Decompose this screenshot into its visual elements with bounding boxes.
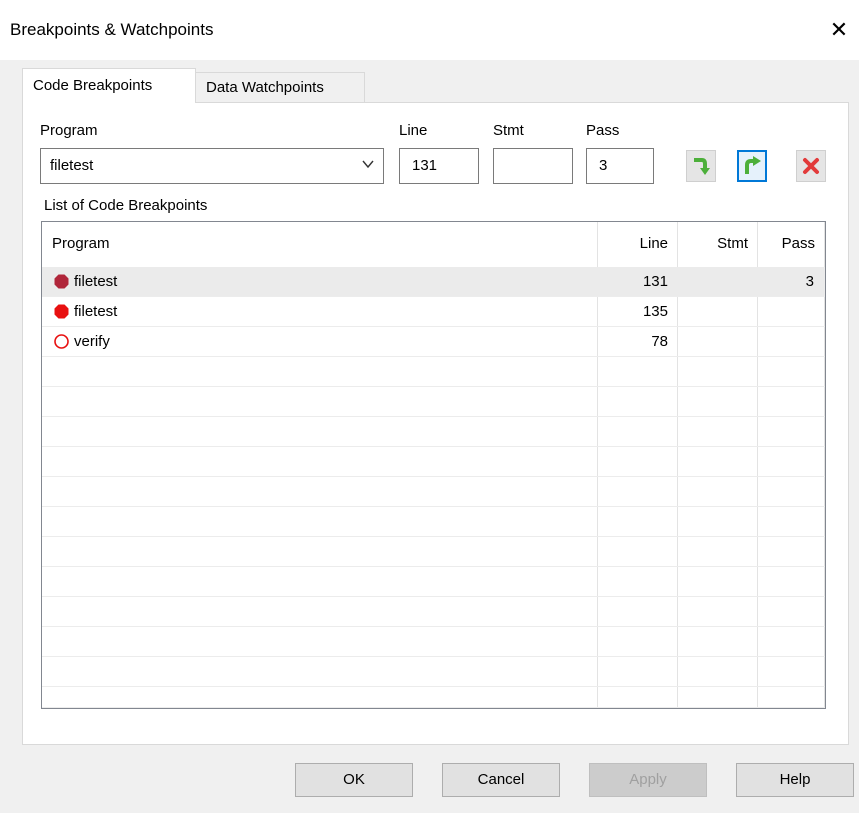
empty-row xyxy=(42,477,825,507)
pass-input[interactable]: 3 xyxy=(586,148,654,184)
column-header-pass[interactable]: Pass xyxy=(758,222,825,266)
table-row[interactable]: filetest 135 xyxy=(42,297,825,327)
empty-row xyxy=(42,387,825,417)
empty-row xyxy=(42,567,825,597)
stmt-input[interactable] xyxy=(493,148,573,184)
empty-row xyxy=(42,417,825,447)
line-label: Line xyxy=(399,122,428,139)
row-program: verify xyxy=(74,333,110,350)
title-bar: Breakpoints & Watchpoints ✕ xyxy=(0,0,859,60)
empty-row xyxy=(42,657,825,687)
breakpoint-active-octagon-icon xyxy=(54,304,69,319)
chevron-down-icon xyxy=(362,160,374,169)
empty-row xyxy=(42,447,825,477)
row-pass xyxy=(758,327,814,356)
delete-breakpoint-button[interactable] xyxy=(796,150,826,182)
empty-row xyxy=(42,357,825,387)
empty-row xyxy=(42,687,825,708)
update-breakpoint-button[interactable] xyxy=(737,150,767,182)
arrow-down-right-icon xyxy=(694,158,710,175)
row-stmt xyxy=(678,327,748,356)
program-dropdown-value: filetest xyxy=(50,157,94,174)
program-dropdown[interactable]: filetest xyxy=(40,148,384,184)
program-label: Program xyxy=(40,122,98,139)
row-line: 135 xyxy=(642,303,668,320)
apply-button[interactable]: Apply xyxy=(589,763,707,797)
add-breakpoint-button[interactable] xyxy=(686,150,716,182)
row-line: 131 xyxy=(642,273,668,290)
ok-button[interactable]: OK xyxy=(295,763,413,797)
table-row[interactable]: verify 78 xyxy=(42,327,825,357)
table-row[interactable]: filetest 131 3 xyxy=(42,267,825,297)
empty-row xyxy=(42,507,825,537)
delete-x-icon xyxy=(803,158,819,174)
row-pass xyxy=(758,297,814,326)
cancel-button[interactable]: Cancel xyxy=(442,763,560,797)
row-pass: 3 xyxy=(805,273,814,290)
column-header-stmt[interactable]: Stmt xyxy=(678,222,758,266)
column-header-line[interactable]: Line xyxy=(598,222,678,266)
pass-label: Pass xyxy=(586,122,620,139)
row-line: 78 xyxy=(651,333,668,350)
close-button[interactable]: ✕ xyxy=(826,16,852,44)
line-input[interactable]: 131 xyxy=(399,148,479,184)
row-program: filetest xyxy=(74,303,118,320)
stmt-label: Stmt xyxy=(493,122,524,139)
breakpoint-list[interactable]: Program Line Stmt Pass filetest 131 3 fi… xyxy=(41,221,826,709)
column-header-program[interactable]: Program xyxy=(52,222,110,266)
tab-code-breakpoints[interactable]: Code Breakpoints xyxy=(22,68,196,103)
window-title: Breakpoints & Watchpoints xyxy=(10,20,214,39)
help-button[interactable]: Help xyxy=(736,763,854,797)
empty-row xyxy=(42,627,825,657)
empty-row xyxy=(42,537,825,567)
row-program: filetest xyxy=(74,273,118,290)
empty-row xyxy=(42,597,825,627)
breakpoint-disabled-octagon-icon xyxy=(54,274,69,289)
tab-data-watchpoints[interactable]: Data Watchpoints xyxy=(195,72,365,103)
list-caption: List of Code Breakpoints xyxy=(44,197,208,214)
breakpoint-inactive-circle-icon xyxy=(54,334,69,349)
arrow-up-right-icon xyxy=(745,156,761,174)
row-stmt xyxy=(678,297,748,326)
row-stmt xyxy=(678,267,748,296)
